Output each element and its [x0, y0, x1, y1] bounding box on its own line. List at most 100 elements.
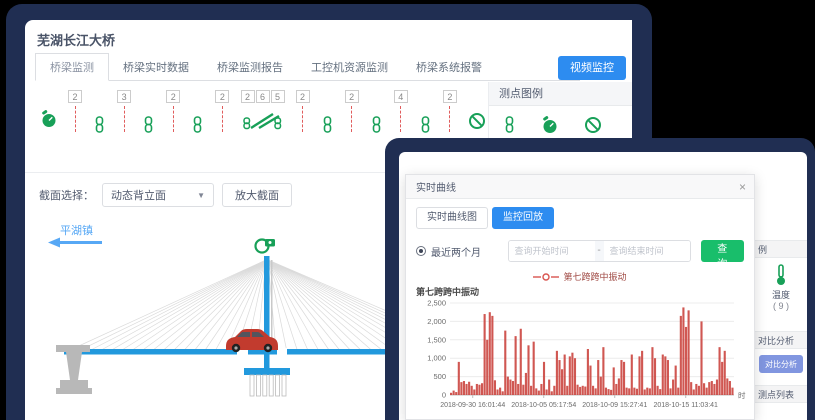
gauge-icon[interactable]	[41, 110, 57, 128]
bridge-direction-label: 平湖镇	[60, 223, 93, 237]
chain-icon[interactable]	[370, 116, 383, 133]
left-arrow-icon	[48, 238, 102, 248]
svg-text:500: 500	[433, 372, 446, 381]
sensor-dashed-line	[400, 106, 401, 132]
bearing-sensor-group[interactable]: 265	[241, 90, 285, 136]
recent-two-months-radio[interactable]: 最近两个月	[416, 244, 508, 259]
close-icon[interactable]: ×	[739, 181, 746, 193]
modal-title: 实时曲线	[416, 179, 456, 194]
main-tab-4[interactable]: 桥梁系统报警	[402, 54, 496, 80]
chain-icon[interactable]	[321, 116, 334, 133]
ban-icon[interactable]	[584, 116, 602, 139]
legend-icons	[489, 106, 632, 139]
ban-icon[interactable]	[468, 112, 486, 130]
main-tab-3[interactable]: 工控机资源监测	[297, 54, 402, 80]
bridge-tower	[264, 256, 273, 374]
main-tab-1[interactable]: 桥梁实时数据	[109, 54, 203, 80]
popup-window-frame: 例 温度 ( 9 ) 对比分析 对比分析 测点列表 实时曲线 × 实时曲线图监控…	[385, 138, 815, 420]
chart-legend[interactable]: 第七跨跨中振动	[416, 270, 744, 283]
main-tab-0[interactable]: 桥梁监测	[35, 53, 109, 81]
svg-text:0: 0	[442, 391, 446, 400]
query-row: 最近两个月 - 查询	[416, 240, 744, 262]
svg-text:2018-10-09 15:27:41: 2018-10-09 15:27:41	[582, 402, 647, 409]
sensor-marker: 2	[345, 90, 359, 132]
chain-icon[interactable]	[191, 116, 204, 133]
section-select-dropdown[interactable]: 动态背立面 ▼	[102, 183, 214, 207]
sensor-count-badge: 3	[117, 90, 131, 103]
start-time-input[interactable]	[509, 241, 595, 261]
bearing-icon[interactable]	[242, 111, 284, 136]
right-sidebar-fragments: 例 温度 ( 9 ) 对比分析 对比分析 测点列表	[755, 152, 807, 420]
video-monitor-button[interactable]: 视频监控	[558, 56, 626, 80]
chain-icon[interactable]	[93, 116, 106, 133]
bridge-foundation	[244, 368, 290, 396]
camera-icon[interactable]	[256, 239, 276, 253]
sensor-dashed-line	[449, 106, 450, 132]
sensor-count-badge: 4	[394, 90, 408, 103]
modal-tab-1[interactable]: 监控回放	[492, 207, 554, 229]
svg-text:1,000: 1,000	[427, 354, 446, 363]
section-select-value: 动态背立面	[111, 187, 166, 203]
chain-icon[interactable]	[142, 116, 155, 133]
modal-tab-0[interactable]: 实时曲线图	[416, 207, 488, 229]
thermometer-icon	[775, 278, 787, 288]
sensor-dashed-line	[302, 106, 303, 132]
sensor-count-badge: 5	[271, 90, 285, 103]
sensor-marker: 2	[166, 90, 180, 132]
popup-page: 例 温度 ( 9 ) 对比分析 对比分析 测点列表 实时曲线 × 实时曲线图监控…	[399, 152, 807, 420]
measure-point-legend-panel: 测点图例	[489, 82, 632, 139]
end-time-input[interactable]	[604, 241, 690, 261]
section-controls: 截面选择： 动态背立面 ▼ 放大截面	[39, 183, 292, 207]
legend-panel-title: 测点图例	[489, 82, 632, 106]
legend-label: 第七跨跨中振动	[563, 270, 626, 283]
modal-titlebar: 实时曲线 ×	[406, 175, 754, 199]
sensor-marker: 2	[215, 90, 229, 132]
modal-body: 实时曲线图监控回放 最近两个月 - 查询	[406, 199, 754, 420]
sensor-dashed-line	[222, 106, 223, 132]
sensor-dashed-line	[351, 106, 352, 132]
modal-tabs: 实时曲线图监控回放	[416, 207, 744, 229]
svg-text:2018-10-05 05:17:54: 2018-10-05 05:17:54	[511, 402, 576, 409]
temperature-count: ( 9 )	[755, 301, 807, 311]
zoom-section-button[interactable]: 放大截面	[222, 183, 292, 207]
chart-title: 第七跨跨中振动	[416, 285, 744, 298]
main-tabbar: 桥梁监测桥梁实时数据桥梁监测报告工控机资源监测桥梁系统报警	[35, 54, 580, 81]
svg-text:时间: 时间	[738, 390, 746, 400]
legend-marker-icon	[533, 273, 559, 281]
legend-panel-header-fragment: 例	[755, 240, 807, 258]
vibration-chart: 05001,0001,5002,0002,5002018-09-30 16:01…	[416, 298, 746, 420]
chain-icon[interactable]	[503, 116, 516, 139]
range-separator: -	[595, 241, 604, 261]
sensor-marker: 3	[117, 90, 131, 132]
gauge-icon[interactable]	[542, 116, 558, 139]
sensor-marker: 2	[443, 90, 457, 132]
sensor-count-badge: 2	[68, 90, 82, 103]
query-button[interactable]: 查询	[701, 240, 744, 262]
page-title: 芜湖长江大桥	[37, 30, 115, 49]
temperature-legend-item[interactable]: 温度 ( 9 )	[755, 258, 807, 311]
sensor-count-badge: 2	[443, 90, 457, 103]
temperature-label: 温度	[755, 288, 807, 301]
svg-text:1,500: 1,500	[427, 335, 446, 344]
sensor-dashed-line	[173, 106, 174, 132]
realtime-curve-modal: 实时曲线 × 实时曲线图监控回放 最近两个月 - 查询	[405, 174, 755, 420]
sensor-marker: 4	[394, 90, 408, 132]
point-list-header-fragment: 测点列表	[755, 385, 807, 403]
sensor-count-badge: 2	[345, 90, 359, 103]
sensor-dashed-line	[75, 106, 76, 132]
main-tab-2[interactable]: 桥梁监测报告	[203, 54, 297, 80]
sensor-count-badge: 2	[215, 90, 229, 103]
svg-text:2018-10-15 11:03:41: 2018-10-15 11:03:41	[653, 402, 718, 409]
sensor-count-badge: 6	[256, 90, 270, 103]
sensor-dashed-line	[124, 106, 125, 132]
section-select-label: 截面选择：	[39, 187, 94, 203]
sensor-count-badge: 2	[241, 90, 255, 103]
radio-icon	[416, 246, 426, 256]
chain-icon[interactable]	[419, 116, 432, 133]
sensor-marker: 2	[296, 90, 310, 132]
compare-analysis-button[interactable]: 对比分析	[759, 355, 803, 373]
date-range-picker: -	[508, 240, 691, 262]
sensor-count-badge: 2	[166, 90, 180, 103]
svg-text:2,000: 2,000	[427, 317, 446, 326]
chevron-down-icon: ▼	[197, 191, 205, 200]
